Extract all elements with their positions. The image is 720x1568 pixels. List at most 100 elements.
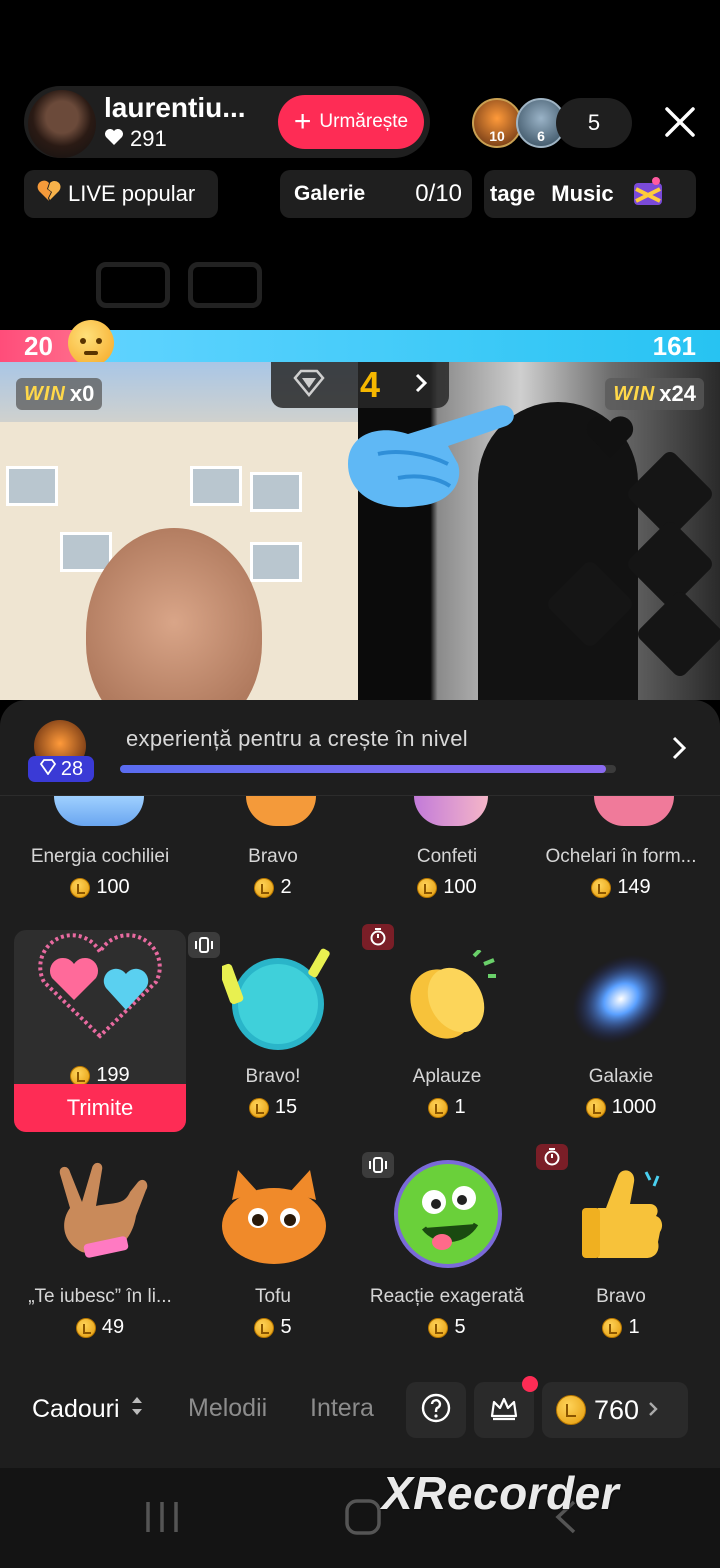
coin-icon: [428, 1317, 449, 1338]
chevron-right-icon[interactable]: [668, 732, 692, 764]
chevron-right-icon: [647, 1395, 659, 1426]
pointing-hand-icon: [338, 394, 518, 524]
music-label: Music: [551, 181, 614, 206]
gift-item[interactable]: Aplauze 1: [362, 1066, 532, 1119]
tab-melodii[interactable]: Melodii: [188, 1394, 267, 1423]
help-button[interactable]: [406, 1382, 466, 1438]
coin-icon: [70, 1065, 91, 1086]
coin-icon: [428, 1097, 449, 1118]
question-mark-icon: [420, 1392, 452, 1429]
gift-name: Tofu: [255, 1286, 291, 1307]
broken-heart-icon: [36, 179, 62, 209]
gift-name: Ochelari în form...: [545, 846, 697, 867]
gift-item[interactable]: Reacție exagerată 5: [362, 1286, 532, 1339]
coin-icon: [556, 1395, 586, 1425]
gift-item[interactable]: Bravo! 15: [188, 1066, 358, 1119]
window: [60, 532, 112, 572]
bravo-blob-gift-image: [218, 944, 332, 1059]
stage-music-chip[interactable]: ​tage Music: [484, 170, 696, 218]
level-number: 28: [60, 757, 84, 780]
live-popular-label: LIVE popular: [68, 181, 196, 206]
left-score: 20: [24, 331, 53, 361]
coin-icon: [254, 1317, 275, 1338]
gift-price: 2: [280, 876, 292, 898]
host-likes-count: 291: [130, 126, 167, 151]
send-gift-button[interactable]: Trimite: [14, 1084, 186, 1132]
gift-price: 5: [280, 1316, 292, 1338]
right-win-tag: WIN x24: [605, 378, 704, 410]
gift-item[interactable]: Bravo 1: [536, 1286, 706, 1339]
gallery-chip[interactable]: Galerie 0/10: [280, 170, 472, 218]
black-heart-decoration: [634, 588, 720, 680]
coin-icon: [602, 1317, 623, 1338]
follow-label: Urmărește: [319, 111, 409, 132]
glasses: [96, 262, 266, 312]
gift-name: Galaxie: [588, 1066, 654, 1087]
gift-name: Confeti: [416, 846, 478, 867]
window: [190, 466, 242, 506]
coin-icon: [417, 877, 438, 898]
sort-arrows-icon: [130, 1394, 144, 1425]
gift-price: 100: [96, 876, 130, 898]
window: [250, 472, 302, 512]
gift-item[interactable]: Bravo 2: [188, 846, 358, 899]
coin-balance-button[interactable]: 760: [542, 1382, 688, 1438]
window: [6, 466, 58, 506]
gift-item[interactable]: Tofu 5: [188, 1286, 358, 1339]
host-avatar[interactable]: [28, 90, 96, 158]
tab-interactiuni[interactable]: Intera: [310, 1394, 382, 1423]
gift-name: Energia cochiliei: [30, 846, 170, 867]
gift-price: 5: [454, 1316, 466, 1338]
timer-icon: [536, 1144, 568, 1170]
viewer-level: 6: [537, 128, 545, 144]
gift-name: Bravo: [248, 846, 298, 867]
viewer-count[interactable]: 5: [556, 98, 632, 148]
clapping-hands-gift-image: [400, 948, 496, 1051]
gift-name: Reacție exagerată: [369, 1286, 525, 1307]
sweat-face-icon: [68, 320, 114, 366]
gift-price: 100: [443, 876, 477, 898]
timer-icon: [362, 924, 394, 950]
vibrate-icon: [362, 1152, 394, 1178]
plus-icon: +: [293, 105, 312, 138]
coin-icon: [254, 877, 275, 898]
gift-item[interactable]: Confeti 100: [362, 846, 532, 899]
live-popular-chip[interactable]: LIVE popular: [24, 170, 218, 218]
left-win-tag: WIN x0: [16, 378, 103, 410]
tab-cadouri[interactable]: Cadouri: [32, 1394, 144, 1425]
coin-balance: 760: [594, 1394, 640, 1425]
gift-item[interactable]: „Te iubesc” în li... 49: [15, 1286, 185, 1339]
gift-name: Aplauze: [412, 1066, 482, 1087]
home-icon[interactable]: [344, 1498, 382, 1541]
gift-price: 15: [274, 1096, 298, 1118]
black-heart-decoration: [624, 518, 716, 610]
left-win-label: WIN: [24, 382, 66, 405]
diamond-icon: [39, 758, 57, 781]
notification-dot: [522, 1376, 538, 1392]
gift-item-selected[interactable]: 199: [15, 1056, 185, 1087]
coin-icon: [75, 1317, 96, 1338]
vibrate-icon: [188, 932, 220, 958]
diamond-icon: [291, 368, 327, 403]
gift-item[interactable]: Galaxie 1000: [536, 1066, 706, 1119]
gift-item[interactable]: Energia cochiliei 100: [15, 846, 185, 899]
coin-icon: [70, 877, 91, 898]
right-score: 161: [652, 331, 696, 361]
left-win-count: x0: [69, 381, 95, 406]
coin-icon: [248, 1097, 269, 1118]
gift-name: „Te iubesc” în li...: [28, 1286, 172, 1307]
recorder-watermark: XRecorder: [382, 1467, 620, 1519]
window: [250, 542, 302, 582]
gift-item[interactable]: Ochelari în form... 149: [536, 846, 706, 899]
thumbs-up-gift-image: [576, 1168, 666, 1267]
follow-button[interactable]: + Urmărește: [278, 95, 424, 149]
close-icon[interactable]: [662, 104, 698, 140]
recent-apps-icon[interactable]: [144, 1498, 180, 1541]
level-badge: 28: [28, 756, 94, 782]
coin-icon: [585, 1097, 606, 1118]
love-sign-hand-gift-image: [52, 1162, 148, 1271]
viewer-avatar[interactable]: 10: [472, 98, 522, 148]
gift-price: 1000: [611, 1096, 657, 1118]
left-video-stream[interactable]: [0, 362, 358, 700]
gallery-label: Galerie: [294, 182, 366, 205]
